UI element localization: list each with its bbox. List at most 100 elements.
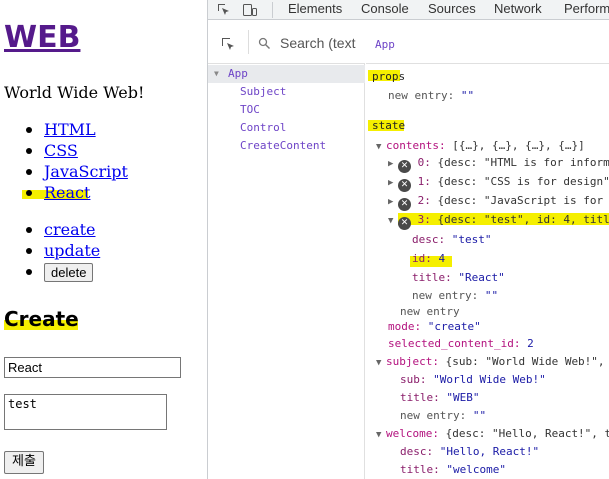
tree-item-subject[interactable]: Subject (208, 83, 365, 101)
collapse-arrow-icon[interactable]: ▼ (214, 65, 219, 83)
devtools-tabbar: Elements Console Sources Network Perform… (208, 0, 609, 20)
toc-link-css[interactable]: CSS (44, 141, 78, 160)
list-item: create (0, 219, 100, 240)
item3-id[interactable]: id: 4 (412, 251, 445, 267)
expand-arrow-icon[interactable]: ▶ (388, 175, 398, 191)
state-value: 2 (527, 337, 534, 350)
item-index: 1: (417, 175, 431, 188)
state-summary: {desc: "Hello, React!", tit (445, 427, 609, 440)
expand-arrow-icon[interactable]: ▶ (388, 194, 398, 210)
new-entry-value: "" (460, 89, 475, 102)
component-tree-panel: Search (text ▼ App Subject TOC Control C… (208, 20, 365, 479)
item3-title[interactable]: title: "React" (412, 270, 505, 286)
field-value: "WEB" (446, 391, 480, 404)
device-toggle-icon[interactable] (242, 2, 258, 18)
props-state-panel: App props new entry: "" state ▼ contents:… (366, 20, 609, 479)
remove-item-icon[interactable]: ✕ (398, 160, 411, 173)
component-search-input[interactable]: Search (text (280, 35, 355, 51)
expand-arrow-icon[interactable]: ▶ (388, 156, 398, 172)
new-entry-label: new entry: (412, 289, 479, 302)
field-value: "welcome" (446, 463, 506, 476)
state-key: mode: (388, 320, 422, 333)
contents-new-entry[interactable]: new entry (400, 304, 460, 320)
tree-item-label: Subject (240, 85, 287, 98)
tab-console[interactable]: Console (361, 0, 409, 20)
item-summary: {desc: "HTML is for informat (437, 156, 609, 169)
item-summary: {desc: "CSS is for design", (437, 175, 609, 188)
web-page: WEB World Wide Web! HTML CSS JavaScript … (0, 0, 207, 479)
tab-sources[interactable]: Sources (428, 0, 476, 20)
item3-new-entry[interactable]: new entry: "" (412, 288, 498, 304)
create-link[interactable]: create (44, 220, 96, 239)
tab-network[interactable]: Network (494, 0, 542, 20)
create-heading: Create (4, 307, 79, 331)
welcome-desc[interactable]: desc: "Hello, React!" (400, 444, 539, 460)
submit-button[interactable]: 제출 (4, 451, 44, 474)
contents-item-2[interactable]: ▶ ✕ 2: {desc: "JavaScript is for in (388, 193, 609, 211)
remove-item-icon[interactable]: ✕ (398, 217, 411, 230)
field-value: "React" (458, 271, 505, 284)
state-subject-row[interactable]: ▼subject: {sub: "World Wide Web!", tit (376, 354, 609, 370)
state-value: "create" (427, 320, 481, 333)
contents-item-3[interactable]: ▼ ✕ 3: {desc: "test", id: 4, title: (388, 212, 609, 230)
inspect-element-icon[interactable] (216, 2, 232, 18)
tree-item-control[interactable]: Control (208, 119, 365, 137)
state-key: selected_content_id: (388, 337, 521, 350)
field-key: title: (412, 271, 452, 284)
props-header: App (366, 20, 609, 64)
remove-item-icon[interactable]: ✕ (398, 198, 411, 211)
expand-arrow-icon[interactable]: ▼ (376, 427, 386, 443)
new-entry-value: "" (472, 409, 487, 422)
contents-item-0[interactable]: ▶ ✕ 0: {desc: "HTML is for informat (388, 155, 609, 173)
subject-new-entry[interactable]: new entry: "" (400, 408, 486, 424)
state-key: subject: (386, 355, 439, 368)
state-summary: {sub: "World Wide Web!", tit (445, 355, 609, 368)
subject-sub[interactable]: sub: "World Wide Web!" (400, 372, 546, 388)
list-item: update (0, 240, 100, 261)
props-new-entry[interactable]: new entry: "" (388, 88, 474, 104)
tab-elements[interactable]: Elements (288, 0, 342, 20)
list-item: delete (0, 261, 100, 283)
expand-arrow-icon[interactable]: ▼ (376, 355, 386, 371)
item-index: 2: (417, 194, 431, 207)
list-item: React (0, 182, 128, 203)
list-item: HTML (0, 119, 128, 140)
component-toolbar: Search (text (208, 20, 365, 64)
desc-textarea[interactable]: test (4, 394, 167, 430)
tree-item-label: CreateContent (240, 139, 327, 152)
state-key: contents: (386, 139, 446, 152)
field-value: "World Wide Web!" (433, 373, 546, 386)
tree-item-label: App (228, 67, 248, 80)
list-item: JavaScript (0, 161, 128, 182)
welcome-title[interactable]: title: "welcome" (400, 462, 506, 478)
toc-link-html[interactable]: HTML (44, 120, 96, 139)
title-input[interactable] (4, 357, 181, 378)
remove-item-icon[interactable]: ✕ (398, 179, 411, 192)
expand-arrow-icon[interactable]: ▼ (376, 139, 386, 155)
tree-item-toc[interactable]: TOC (208, 101, 365, 119)
tree-item-createcontent[interactable]: CreateContent (208, 137, 365, 155)
select-component-icon[interactable] (220, 36, 236, 52)
site-title-link[interactable]: WEB (4, 20, 80, 55)
item3-desc[interactable]: desc: "test" (412, 232, 492, 248)
devtools-panel: Elements Console Sources Network Perform… (207, 0, 609, 479)
state-selected-id-row[interactable]: selected_content_id: 2 (388, 336, 534, 352)
state-welcome-row[interactable]: ▼ welcome: {desc: "Hello, React!", tit (376, 426, 609, 442)
tree-item-app[interactable]: ▼ App (208, 65, 365, 83)
state-contents-row[interactable]: ▼ contents: [{…}, {…}, {…}, {…}] (376, 138, 585, 154)
field-value: "test" (451, 233, 492, 246)
state-mode-row[interactable]: mode: "create" (388, 319, 481, 335)
field-key: title: (400, 391, 440, 404)
tab-performance[interactable]: Performa (564, 0, 609, 20)
state-section-title: state (372, 119, 406, 132)
breadcrumb[interactable]: App (375, 38, 395, 51)
new-entry-value: "" (484, 289, 499, 302)
update-link[interactable]: update (44, 241, 100, 260)
field-value: 4 (438, 252, 446, 265)
expand-arrow-icon[interactable]: ▼ (388, 213, 398, 229)
toc-link-javascript[interactable]: JavaScript (44, 162, 128, 181)
subject-title[interactable]: title: "WEB" (400, 390, 480, 406)
contents-item-1[interactable]: ▶ ✕ 1: {desc: "CSS is for design", (388, 174, 609, 192)
toc-link-react[interactable]: React (44, 183, 90, 202)
delete-button[interactable]: delete (44, 263, 94, 282)
